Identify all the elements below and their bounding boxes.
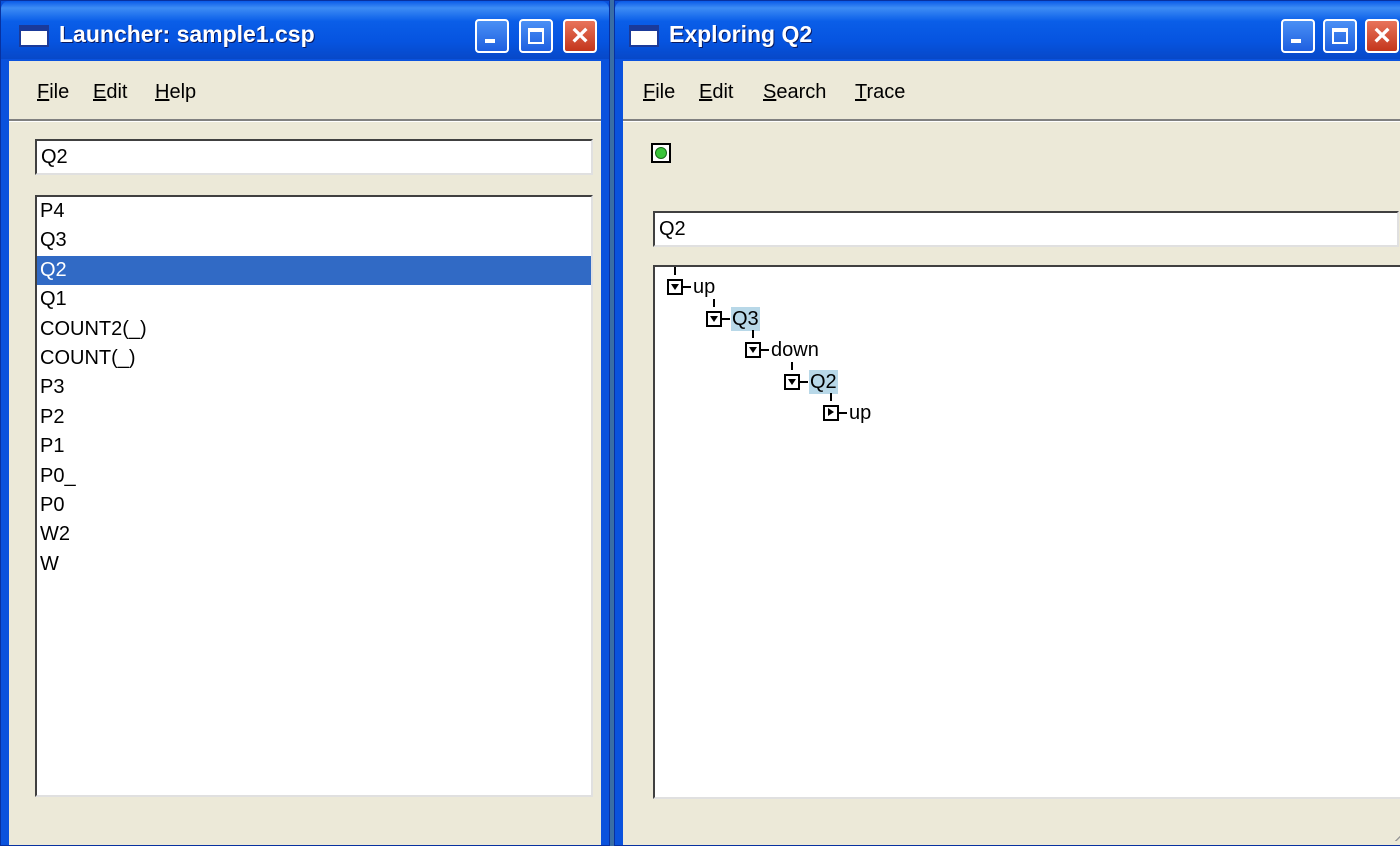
minimize-icon — [485, 39, 495, 43]
launcher-menubar: File Edit Help — [9, 61, 601, 121]
menu-edit[interactable]: Edit — [93, 81, 127, 104]
list-item[interactable]: P0_ — [37, 462, 591, 491]
list-item[interactable]: Q2 — [37, 255, 591, 286]
menu-file-label: ile — [655, 81, 676, 103]
tree-connector — [752, 330, 754, 338]
list-item[interactable]: COUNT2(_) — [37, 315, 591, 344]
tree-connector — [839, 412, 847, 414]
tree-connector — [830, 393, 832, 401]
list-item[interactable]: W — [37, 550, 591, 579]
triangle-down-icon — [749, 347, 757, 353]
menu-edit[interactable]: Edit — [699, 81, 733, 104]
expand-toggle-icon[interactable] — [823, 405, 839, 421]
triangle-right-icon — [828, 408, 834, 416]
menu-file[interactable]: File — [37, 81, 69, 104]
process-list[interactable]: P4 Q3 Q2 Q1 COUNT2(_) COUNT(_) P3 P2 P1 P0_ P0 W2 W — [35, 195, 593, 797]
list-item[interactable]: P0 — [37, 491, 591, 520]
maximize-button[interactable] — [1323, 19, 1357, 53]
menu-file-label: ile — [49, 81, 70, 103]
tree-node-label: up — [849, 402, 872, 424]
launcher-client: File Edit Help Q2 P4 Q3 Q2 Q1 COUNT2(_) COUNT… — [9, 61, 601, 845]
maximize-icon — [1332, 28, 1348, 44]
tree-connector — [674, 267, 676, 275]
collapse-toggle-icon[interactable] — [706, 310, 722, 327]
collapse-toggle-icon[interactable] — [745, 342, 761, 358]
tree-node-label: down — [771, 339, 819, 361]
trace-tree[interactable]: up Q3 down Q2 up — [653, 265, 1400, 799]
close-button[interactable]: × — [1365, 19, 1399, 53]
menu-file-mnemonic: F — [37, 81, 50, 103]
close-icon: × — [571, 19, 589, 52]
minimize-icon — [1291, 39, 1301, 43]
tree-connector — [683, 286, 691, 288]
list-item[interactable]: P4 — [37, 197, 591, 226]
menu-trace[interactable]: Trace — [855, 81, 905, 104]
menu-trace-mnemonic: T — [855, 81, 867, 103]
status-indicator-icon — [651, 143, 671, 163]
tree-connector — [713, 298, 715, 307]
trace-input[interactable]: Q2 — [653, 211, 1399, 247]
menu-edit-mnemonic: E — [93, 81, 107, 103]
tree-node-label: Q2 — [809, 369, 838, 394]
tree-connector — [761, 349, 769, 351]
close-button[interactable]: × — [563, 19, 597, 53]
minimize-button[interactable] — [475, 19, 509, 53]
menu-search-label: earch — [776, 81, 827, 103]
list-item[interactable]: P2 — [37, 403, 591, 432]
collapse-toggle-icon[interactable] — [784, 373, 800, 390]
list-item[interactable]: P1 — [37, 432, 591, 461]
menu-search-mnemonic: S — [763, 81, 777, 103]
menu-search[interactable]: Search — [763, 81, 826, 104]
collapse-toggle-icon[interactable] — [667, 279, 683, 295]
triangle-down-icon — [710, 315, 718, 322]
menu-trace-label: race — [866, 81, 906, 103]
menu-edit-mnemonic: E — [699, 81, 713, 103]
minimize-button[interactable] — [1281, 19, 1315, 53]
maximize-icon — [528, 28, 544, 44]
tree-node-label: Q3 — [731, 306, 760, 331]
maximize-button[interactable] — [519, 19, 553, 53]
menu-help[interactable]: Help — [155, 81, 196, 104]
menu-file[interactable]: File — [643, 81, 675, 104]
explorer-client: File Edit Search Trace Q2 up Q3 down Q2 up — [623, 61, 1400, 845]
explorer-title: Exploring Q2 — [669, 21, 813, 47]
window-icon — [19, 25, 49, 47]
window-icon — [629, 25, 659, 47]
triangle-down-icon — [671, 284, 679, 290]
menu-edit-label: dit — [106, 81, 128, 103]
explorer-window: Exploring Q2 × File Edit Search Trace Q2… — [614, 0, 1400, 846]
resize-grip-icon[interactable] — [1395, 827, 1400, 841]
process-input[interactable]: Q2 — [35, 139, 593, 175]
tree-connector — [791, 361, 793, 370]
list-item[interactable]: Q1 — [37, 285, 591, 314]
triangle-down-icon — [788, 378, 796, 385]
menu-edit-label: dit — [712, 81, 734, 103]
launcher-titlebar[interactable]: Launcher: sample1.csp × — [1, 1, 609, 59]
launcher-window: Launcher: sample1.csp × File Edit Help Q… — [0, 0, 610, 846]
explorer-menubar: File Edit Search Trace — [623, 61, 1400, 121]
status-led-dot — [655, 147, 667, 159]
tree-node-label: up — [693, 276, 716, 298]
list-item[interactable]: Q3 — [37, 226, 591, 255]
launcher-title: Launcher: sample1.csp — [59, 21, 315, 47]
menu-help-label: elp — [169, 81, 197, 103]
menu-file-mnemonic: F — [643, 81, 656, 103]
menu-help-mnemonic: H — [155, 81, 170, 103]
list-item[interactable]: COUNT(_) — [37, 344, 591, 373]
explorer-titlebar[interactable]: Exploring Q2 × — [615, 1, 1400, 59]
tree-connector — [800, 380, 808, 383]
tree-connector — [722, 317, 730, 320]
close-icon: × — [1373, 19, 1391, 52]
list-item[interactable]: P3 — [37, 373, 591, 402]
list-item[interactable]: W2 — [37, 520, 591, 549]
